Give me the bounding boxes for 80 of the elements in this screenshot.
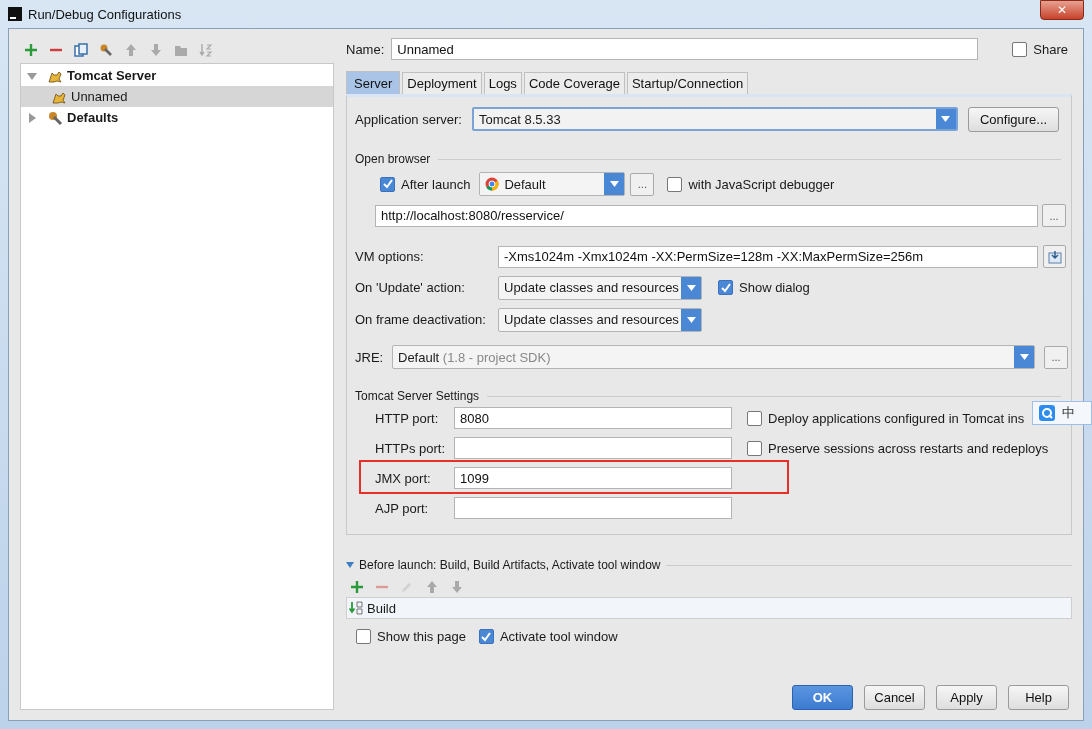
app-logo-icon bbox=[8, 7, 22, 21]
tab[interactable]: Code Coverage bbox=[523, 72, 625, 94]
more-button[interactable]: ... bbox=[1042, 204, 1066, 227]
field-label: On 'Update' action: bbox=[355, 280, 466, 295]
build-icon bbox=[349, 601, 363, 615]
dialog-button[interactable]: OK bbox=[792, 685, 853, 710]
checkbox-label: Preserve sessions across restarts and redeploys bbox=[768, 440, 1049, 456]
tab[interactable]: Logs bbox=[483, 72, 522, 94]
port-field[interactable]: 8080 bbox=[454, 407, 732, 429]
checkbox-label: Show dialog bbox=[739, 280, 810, 295]
caret-icon bbox=[609, 181, 619, 187]
checkbox-label: with JavaScript debugger bbox=[688, 176, 835, 192]
checkbox[interactable] bbox=[718, 280, 733, 295]
expanded-arrow-icon[interactable] bbox=[346, 561, 354, 569]
checkbox[interactable] bbox=[667, 176, 683, 192]
checkbox-label: Deploy applications configured in Tomcat ins bbox=[768, 410, 1025, 426]
dialog-button[interactable]: Apply bbox=[936, 685, 997, 710]
checkbox[interactable] bbox=[747, 440, 762, 456]
browser-icon bbox=[485, 177, 500, 191]
checkbox-label: After launch bbox=[401, 176, 471, 192]
more-button[interactable]: ... bbox=[1044, 345, 1068, 369]
configure-button[interactable]: Configure... bbox=[967, 106, 1060, 132]
checkbox-label: Show this page bbox=[377, 629, 466, 644]
port-field[interactable] bbox=[454, 497, 732, 519]
task-item[interactable]: Build bbox=[367, 600, 396, 616]
q-icon bbox=[1039, 405, 1055, 421]
browser-dropdown[interactable]: Default bbox=[479, 172, 626, 196]
port-field[interactable] bbox=[454, 437, 732, 459]
field-label: VM options: bbox=[355, 249, 425, 264]
field-label: HTTPs port: bbox=[375, 440, 447, 456]
update-dropdown[interactable]: Update classes and resources bbox=[498, 275, 702, 300]
check-icon bbox=[481, 631, 492, 642]
tab[interactable]: Server bbox=[346, 71, 401, 94]
copy-icon[interactable] bbox=[74, 43, 88, 57]
checkbox[interactable] bbox=[356, 629, 371, 644]
jre-dropdown[interactable]: Default (1.8 - project SDK) bbox=[392, 345, 1035, 369]
check-icon bbox=[720, 282, 731, 293]
name-field[interactable]: Unnamed bbox=[391, 38, 979, 60]
expand-button[interactable] bbox=[1043, 245, 1066, 268]
expanded-arrow-icon bbox=[27, 70, 37, 81]
check-icon bbox=[382, 179, 393, 189]
tab[interactable]: Deployment bbox=[402, 72, 482, 94]
more-button[interactable]: ... bbox=[630, 172, 655, 196]
group-title: Open browser bbox=[355, 152, 431, 166]
vm-options-field[interactable]: -Xms1024m -Xmx1024m -XX:PermSize=128m -XX:MaxPermSize=256m bbox=[498, 245, 1038, 268]
ime-mode-label[interactable]: 中 bbox=[1062, 404, 1075, 422]
caret-icon bbox=[686, 284, 696, 291]
field-label: On frame deactivation: bbox=[355, 312, 487, 327]
field-label: HTTP port: bbox=[375, 410, 440, 426]
checkbox[interactable] bbox=[747, 410, 762, 426]
caret-icon bbox=[941, 116, 951, 122]
checkbox-label: Share bbox=[1033, 41, 1068, 57]
field-label: Application server: bbox=[355, 111, 462, 127]
tree-item[interactable]: Unnamed bbox=[21, 86, 333, 107]
field-label: AJP port: bbox=[375, 500, 430, 516]
tree-item[interactable]: Defaults bbox=[21, 107, 333, 128]
window-title: Run/Debug Configurations bbox=[28, 6, 182, 22]
checkbox-label: Activate tool window bbox=[499, 629, 618, 644]
url-field[interactable]: http://localhost:8080/resservice/ bbox=[375, 204, 1038, 227]
caret-icon bbox=[686, 316, 696, 323]
section-title: Before launch: Build, Build Artifacts, Activate tool window bbox=[359, 558, 661, 572]
server-dropdown[interactable]: Tomcat 8.5.33 bbox=[471, 107, 958, 131]
dialog-button[interactable]: Help bbox=[1008, 685, 1069, 710]
field-label: JMX port: bbox=[375, 470, 432, 486]
checkbox[interactable] bbox=[380, 176, 395, 192]
group-title: Tomcat Server Settings bbox=[355, 389, 480, 403]
field-label: JRE: bbox=[355, 349, 385, 365]
dialog-button[interactable]: Cancel bbox=[864, 685, 925, 710]
field-label: Name: bbox=[346, 41, 385, 57]
add-icon[interactable] bbox=[350, 580, 364, 594]
expand-icon bbox=[1047, 249, 1062, 264]
add-icon[interactable] bbox=[24, 43, 38, 57]
checkbox[interactable] bbox=[478, 629, 494, 644]
checkbox[interactable] bbox=[1012, 41, 1028, 57]
frame-dropdown[interactable]: Update classes and resources bbox=[498, 307, 702, 332]
port-field[interactable]: 1099 bbox=[454, 467, 732, 489]
tab[interactable]: Startup/Connection bbox=[626, 72, 749, 94]
caret-icon bbox=[1019, 354, 1029, 360]
tree-item[interactable]: Tomcat Server bbox=[21, 65, 333, 86]
collapsed-arrow-icon bbox=[27, 112, 37, 123]
